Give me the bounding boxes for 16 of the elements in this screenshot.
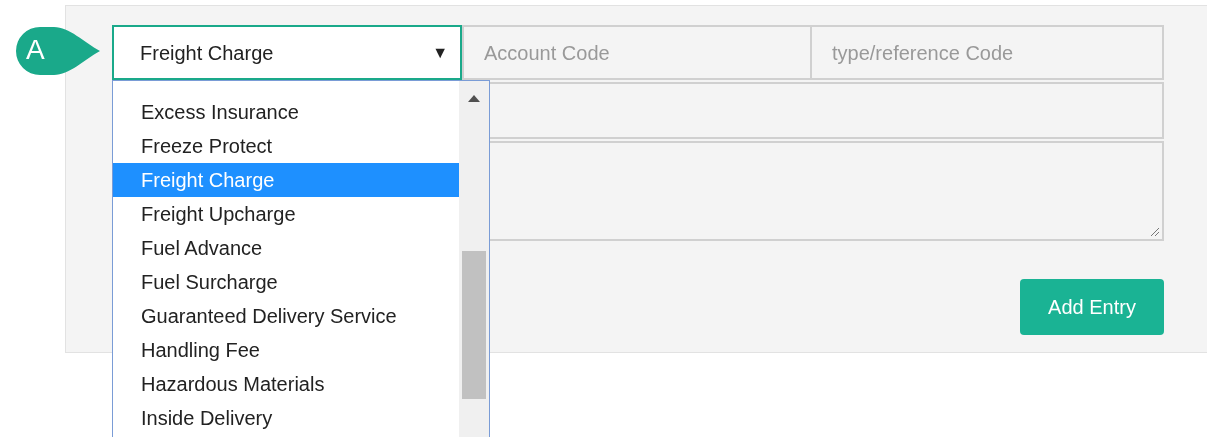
dropdown-option[interactable]: Hazardous Materials	[113, 367, 459, 401]
scrollbar[interactable]	[459, 81, 489, 437]
resize-grip-icon[interactable]	[1148, 225, 1160, 237]
caret-icon: ▼	[432, 40, 448, 65]
scroll-up-icon[interactable]	[468, 95, 480, 102]
dropdown-option[interactable]: Handling Fee	[113, 333, 459, 367]
dropdown-option[interactable]: Inside Delivery	[113, 401, 459, 435]
dropdown-option[interactable]: Freight Upcharge	[113, 197, 459, 231]
dropdown-option[interactable]: Freeze Protect	[113, 129, 459, 163]
dropdown-option[interactable]: Guaranteed Delivery Service	[113, 299, 459, 333]
dropdown-option[interactable]: Excess Insurance	[113, 95, 459, 129]
scroll-thumb[interactable]	[462, 251, 486, 399]
badge-letter: A	[26, 33, 45, 67]
charge-select[interactable]: Freight Charge ▼	[112, 25, 462, 80]
dropdown-option[interactable]: Fuel Advance	[113, 231, 459, 265]
dropdown-option[interactable]: Fuel Surcharge	[113, 265, 459, 299]
